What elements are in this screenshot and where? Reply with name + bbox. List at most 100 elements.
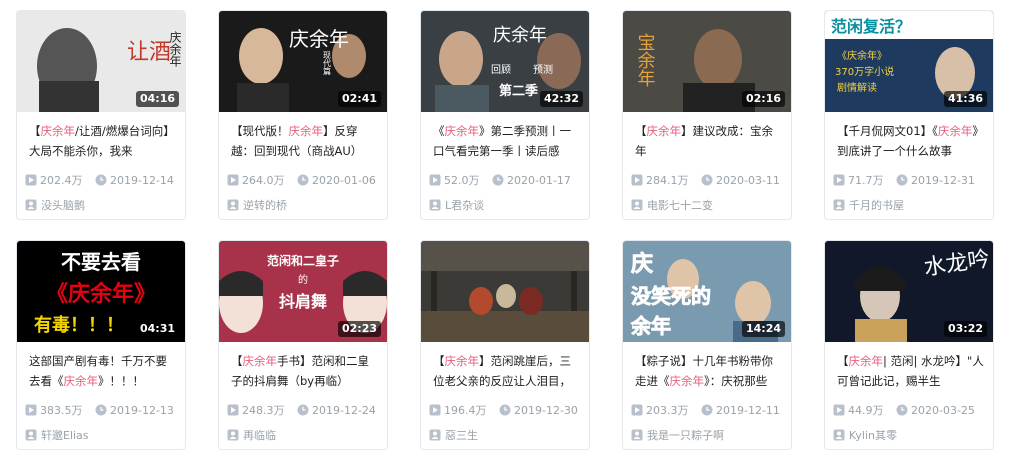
video-title[interactable]: 【庆余年】范闲跳崖后，三位老父亲的反应让人泪目， <box>433 351 581 391</box>
uploader[interactable]: 电影七十二变 <box>631 197 713 213</box>
clock-icon <box>896 174 908 185</box>
video-thumbnail[interactable]: 水龙吟 03:22 <box>825 241 993 342</box>
video-card[interactable]: 范闲和二皇子 的 抖肩舞 02:23 【庆余年手书】范闲和二皇子的抖肩舞（by再… <box>218 240 388 450</box>
upload-date: 2019-12-24 <box>297 404 376 417</box>
clock-icon <box>297 404 309 415</box>
duration-badge: 02:16 <box>741 91 785 107</box>
uploader-icon <box>429 429 441 441</box>
uploader[interactable]: 千月的书屋 <box>833 197 904 213</box>
upload-date: 2020-03-25 <box>896 404 975 417</box>
uploader[interactable]: 没头脑鹅 <box>25 197 85 213</box>
thumb-mid-text: 《庆余年》 <box>46 281 156 307</box>
thumb-text: 范闲和二皇子 <box>267 253 339 268</box>
upload-date: 2019-12-30 <box>499 404 578 417</box>
thumb-mid-text: 的 <box>298 273 308 286</box>
video-thumbnail[interactable]: 宝余年 02:16 <box>623 11 791 112</box>
view-count: 248.3万 <box>227 402 285 418</box>
video-thumbnail[interactable]: 庆余年 现代篇 02:41 <box>219 11 387 112</box>
video-stats: 202.4万 2019-12-14 <box>25 172 181 188</box>
uploader[interactable]: L君杂谈 <box>429 197 484 213</box>
uploader[interactable]: 我是一只粽子啊 <box>631 427 724 443</box>
play-count-icon <box>631 404 643 416</box>
thumb-side-text: 现代篇 <box>323 51 332 76</box>
video-thumbnail[interactable]: 庆余年 回顾 预测 第二季 42:32 <box>421 11 589 112</box>
uploader[interactable]: 再临临 <box>227 427 276 443</box>
video-title[interactable]: 【庆余年/让酒/燃爆台词向】大局不能杀你，我来 <box>29 121 177 161</box>
video-stats: 44.9万 2020-03-25 <box>833 402 989 418</box>
duration-badge: 04:31 <box>135 321 179 337</box>
clock-icon <box>95 404 107 415</box>
view-count: 71.7万 <box>833 172 884 188</box>
view-count: 284.1万 <box>631 172 689 188</box>
thumb-sub-text-2: 预测 <box>533 63 553 76</box>
video-card[interactable]: 庆 没笑死的 余年 14:24 【粽子说】十几年书粉带你走进《庆余年》：庆祝那些… <box>622 240 792 450</box>
video-card[interactable]: 庆余年 回顾 预测 第二季 42:32 《庆余年》第二季预测丨一口气看完第一季丨… <box>420 10 590 220</box>
thumb-line-2: 370万字小说 <box>835 65 894 78</box>
duration-badge: 14:24 <box>741 321 785 337</box>
play-count-icon <box>25 404 37 416</box>
video-title[interactable]: 这部国产剧有毒！千万不要去看《庆余年》！！！ <box>29 351 177 391</box>
thumb-line-1: 《庆余年》 <box>837 49 887 62</box>
video-title[interactable]: 【庆余年】建议改成：宝余年 <box>635 121 783 161</box>
video-card[interactable]: 让酒 庆余年 04:16 【庆余年/让酒/燃爆台词向】大局不能杀你，我来 202… <box>16 10 186 220</box>
video-title[interactable]: 《庆余年》第二季预测丨一口气看完第一季丨读后感 <box>433 121 581 161</box>
upload-date: 2020-03-11 <box>701 174 780 187</box>
thumb-text: 庆余年 <box>493 25 547 46</box>
video-card[interactable]: 【庆余年】范闲跳崖后，三位老父亲的反应让人泪目， 196.4万 2019-12-… <box>420 240 590 450</box>
clock-icon <box>896 404 908 415</box>
uploader[interactable]: 轩邈Elias <box>25 427 89 443</box>
upload-date: 2019-12-31 <box>896 174 975 187</box>
video-title[interactable]: 【千月侃网文01】《庆余年》到底讲了一个什么故事 <box>837 121 985 161</box>
video-thumbnail[interactable]: 范闲复活？ 《庆余年》 370万字小说 剧情解读 41:36 <box>825 11 993 112</box>
view-count: 202.4万 <box>25 172 83 188</box>
video-thumbnail[interactable]: 不要去看 《庆余年》 有毒！！！ 04:31 <box>17 241 185 342</box>
video-thumbnail[interactable]: 让酒 庆余年 04:16 <box>17 11 185 112</box>
view-count: 52.0万 <box>429 172 480 188</box>
video-card[interactable]: 不要去看 《庆余年》 有毒！！！ 04:31 这部国产剧有毒！千万不要去看《庆余… <box>16 240 186 450</box>
video-thumbnail[interactable]: 范闲和二皇子 的 抖肩舞 02:23 <box>219 241 387 342</box>
uploader[interactable]: 逆转的桥 <box>227 197 287 213</box>
clock-icon <box>701 404 713 415</box>
clock-icon <box>95 174 107 185</box>
view-count: 44.9万 <box>833 402 884 418</box>
play-count-icon <box>429 174 441 186</box>
thumb-line-3: 剧情解读 <box>837 81 877 94</box>
video-stats: 383.5万 2019-12-13 <box>25 402 181 418</box>
view-count: 383.5万 <box>25 402 83 418</box>
video-card[interactable]: 水龙吟 03:22 【庆余年| 范闲| 水龙吟】"人可曾记此记，赐半生 44.9… <box>824 240 994 450</box>
thumb-text: 让酒 <box>127 40 171 65</box>
video-thumbnail[interactable]: 庆 没笑死的 余年 14:24 <box>623 241 791 342</box>
uploader-icon <box>631 429 643 441</box>
duration-badge: 04:16 <box>135 91 179 107</box>
video-card[interactable]: 宝余年 02:16 【庆余年】建议改成：宝余年 284.1万 2020-03-1… <box>622 10 792 220</box>
video-stats: 264.0万 2020-01-06 <box>227 172 383 188</box>
video-title[interactable]: 【粽子说】十几年书粉带你走进《庆余年》：庆祝那些 <box>635 351 783 391</box>
view-count: 264.0万 <box>227 172 285 188</box>
video-card[interactable]: 庆余年 现代篇 02:41 【现代版！庆余年】反穿越：回到现代（商战AU） 26… <box>218 10 388 220</box>
upload-date: 2020-01-17 <box>492 174 571 187</box>
clock-icon <box>499 404 511 415</box>
video-title[interactable]: 【庆余年手书】范闲和二皇子的抖肩舞（by再临） <box>231 351 379 391</box>
uploader-icon <box>227 199 239 211</box>
play-count-icon <box>25 174 37 186</box>
video-thumbnail[interactable] <box>421 241 589 342</box>
thumb-sub-text: 回顾 <box>491 64 511 76</box>
duration-badge: 02:41 <box>337 91 381 107</box>
thumb-text: 庆 <box>631 251 653 277</box>
uploader-icon <box>631 199 643 211</box>
video-title[interactable]: 【现代版！庆余年】反穿越：回到现代（商战AU） <box>231 121 379 161</box>
video-title[interactable]: 【庆余年| 范闲| 水龙吟】"人可曾记此记，赐半生 <box>837 351 985 391</box>
video-grid: 让酒 庆余年 04:16 【庆余年/让酒/燃爆台词向】大局不能杀你，我来 202… <box>0 0 1018 464</box>
video-card[interactable]: 范闲复活？ 《庆余年》 370万字小说 剧情解读 41:36 【千月侃网文01】… <box>824 10 994 220</box>
duration-badge: 03:22 <box>943 321 987 337</box>
uploader-icon <box>429 199 441 211</box>
uploader-icon <box>833 429 845 441</box>
uploader[interactable]: 惡三生 <box>429 427 478 443</box>
video-stats: 71.7万 2019-12-31 <box>833 172 989 188</box>
video-stats: 203.3万 2019-12-11 <box>631 402 787 418</box>
uploader[interactable]: Kylin其零 <box>833 427 897 443</box>
thumb-side-text: 庆余年 <box>168 31 182 67</box>
upload-date: 2019-12-13 <box>95 404 174 417</box>
duration-badge: 42:32 <box>539 91 583 107</box>
play-count-icon <box>227 404 239 416</box>
